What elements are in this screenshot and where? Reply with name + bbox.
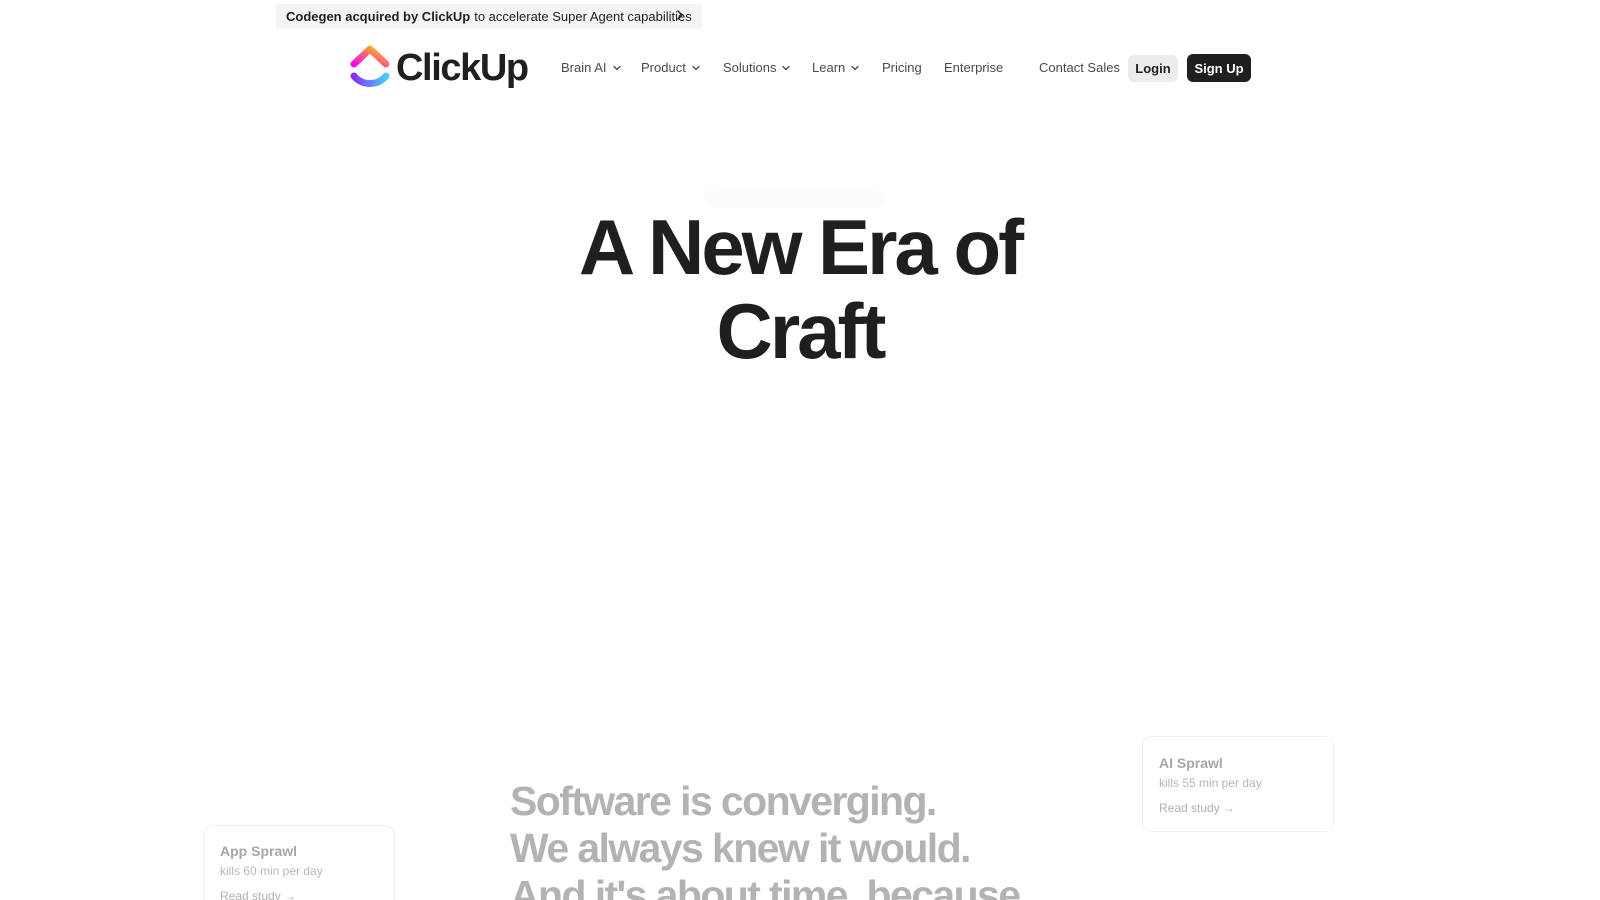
clickup-logo[interactable]: ClickUp <box>350 44 529 92</box>
contact-sales-label: Contact Sales <box>1039 60 1120 75</box>
app-sprawl-card: App Sprawl kills 60 min per day Read stu… <box>203 825 395 900</box>
nav-solutions[interactable]: Solutions <box>723 58 791 78</box>
read-study-link[interactable]: Read study → <box>1159 800 1235 816</box>
nav-label: Brain AI <box>561 60 607 75</box>
nav-enterprise[interactable]: Enterprise <box>944 58 1003 78</box>
converging-line2: We always knew it would. <box>510 825 971 871</box>
hero-title-line1: A New Era of <box>578 203 1024 291</box>
chevron-down-icon <box>782 65 791 71</box>
nav-label: Enterprise <box>944 60 1004 75</box>
chevron-down-icon <box>851 65 859 71</box>
announcement-bold: Codegen acquired by ClickUp <box>286 9 471 24</box>
nav-brain-ai[interactable]: Brain AI <box>561 58 622 78</box>
card-title: App Sprawl <box>220 843 298 859</box>
announcement-bar[interactable]: Codegen acquired by ClickUp to accelerat… <box>276 4 702 29</box>
page: Codegen acquired by ClickUp to accelerat… <box>0 0 1600 900</box>
nav-product[interactable]: Product <box>641 58 701 78</box>
announcement-text: to accelerate Super Agent capabilities <box>474 9 692 24</box>
clickup-logo-icon <box>350 45 390 87</box>
converging-statement: Software is converging. We always knew i… <box>510 778 1070 900</box>
contact-sales-link[interactable]: Contact Sales <box>1039 58 1120 78</box>
nav-label: Product <box>641 60 686 75</box>
chevron-down-icon <box>612 65 621 71</box>
brand-name: ClickUp <box>396 47 529 89</box>
converging-line1: Software is converging. <box>510 778 937 824</box>
top-nav: ClickUp Brain AI Product Solutions Learn… <box>0 44 1600 92</box>
nav-learn[interactable]: Learn <box>812 58 860 78</box>
chevron-right-icon[interactable] <box>674 9 686 21</box>
converging-line3: And it's about time, because <box>510 872 1021 900</box>
login-button[interactable]: Login <box>1128 55 1178 82</box>
chevron-down-icon <box>692 65 700 71</box>
card-subtitle: kills 60 min per day <box>220 864 323 878</box>
hero-title: A New Era of Craft <box>500 205 1100 373</box>
read-study-link[interactable]: Read study → <box>220 888 296 900</box>
nav-label: Pricing <box>882 60 922 75</box>
card-subtitle: kills 55 min per day <box>1159 776 1262 790</box>
nav-label: Solutions <box>723 60 777 75</box>
ai-sprawl-card: AI Sprawl kills 55 min per day Read stud… <box>1142 736 1334 832</box>
nav-label: Learn <box>812 60 846 75</box>
signup-button[interactable]: Sign Up <box>1187 54 1251 82</box>
card-title: AI Sprawl <box>1159 755 1223 771</box>
hero-title-line2: Craft <box>716 287 886 375</box>
nav-pricing[interactable]: Pricing <box>882 58 922 78</box>
